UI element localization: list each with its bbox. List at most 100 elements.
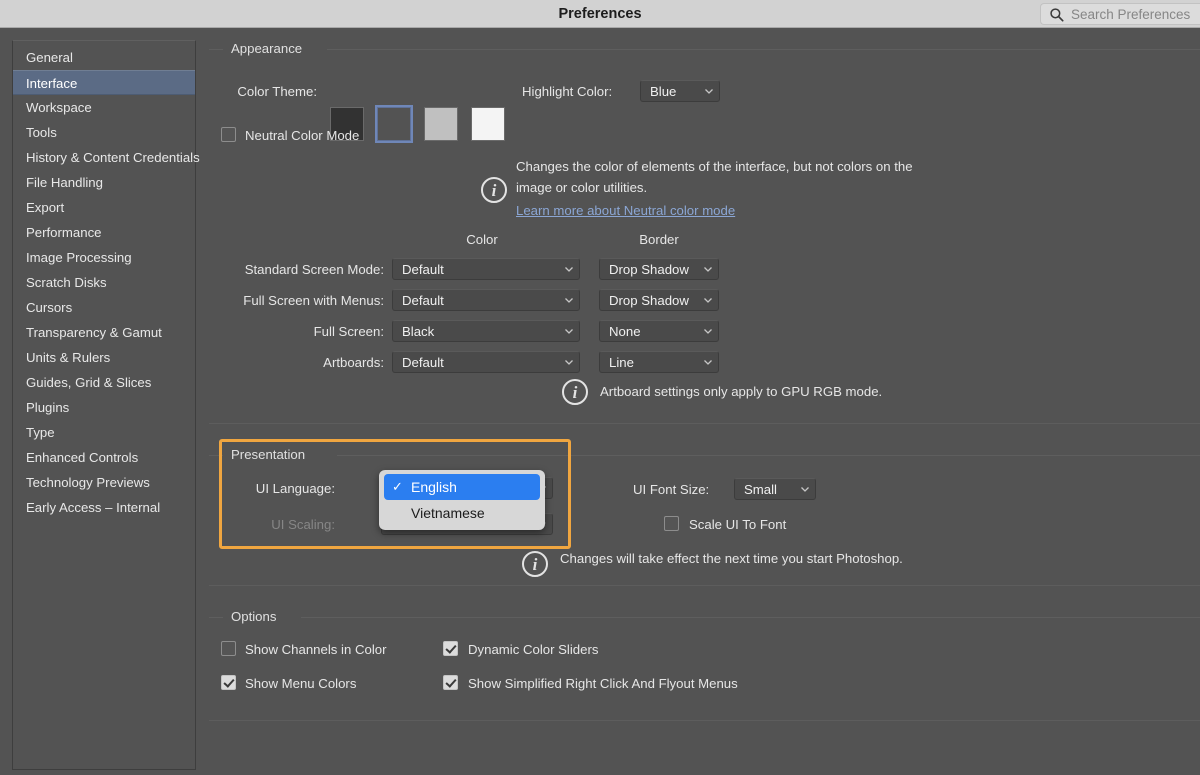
artboards-label: Artboards: [209, 355, 384, 370]
appearance-group-title: Appearance [225, 41, 308, 56]
restart-notice-text: Changes will take effect the next time y… [560, 548, 903, 569]
artboards-border-select[interactable]: Line [599, 351, 719, 373]
search-icon [1049, 7, 1064, 22]
chevron-down-icon [702, 294, 714, 306]
menu-item-english[interactable]: ✓ English [384, 474, 540, 500]
chevron-down-icon [702, 263, 714, 275]
color-theme-swatch-dark[interactable] [377, 107, 411, 141]
sidebar-item-transparency-gamut[interactable]: Transparency & Gamut [13, 320, 195, 345]
window-title-bar: Preferences [0, 0, 1200, 28]
scale-ui-to-font-checkbox[interactable] [664, 516, 679, 531]
preferences-content-pane: Appearance Color Theme: Highlight Color:… [209, 33, 1200, 775]
options-rule-right [301, 617, 1200, 618]
full-screen-color-select[interactable]: Black [392, 320, 580, 342]
full-screen-with-menus-color-value: Default [402, 293, 563, 308]
artboards-color-select[interactable]: Default [392, 351, 580, 373]
sidebar-item-general[interactable]: General [13, 45, 195, 70]
neutral-color-mode-checkbox[interactable] [221, 127, 236, 142]
preferences-category-sidebar[interactable]: GeneralInterfaceWorkspaceToolsHistory & … [12, 40, 196, 770]
ui-font-size-value: Small [744, 482, 799, 497]
chevron-down-icon [703, 85, 715, 97]
ui-font-size-select[interactable]: Small [734, 478, 816, 500]
full-screen-with-menus-color-select[interactable]: Default [392, 289, 580, 311]
search-preferences-field[interactable] [1040, 3, 1200, 25]
full-screen-with-menus-label: Full Screen with Menus: [209, 293, 384, 308]
chevron-down-icon [563, 325, 575, 337]
chevron-down-icon [563, 294, 575, 306]
show-simplified-menus-label: Show Simplified Right Click And Flyout M… [468, 676, 738, 691]
standard-screen-mode-border-select[interactable]: Drop Shadow [599, 258, 719, 280]
artboards-border-value: Line [609, 355, 702, 370]
chevron-down-icon [563, 356, 575, 368]
full-screen-border-select[interactable]: None [599, 320, 719, 342]
full-screen-with-menus-border-select[interactable]: Drop Shadow [599, 289, 719, 311]
sidebar-item-history-content-credentials[interactable]: History & Content Credentials [13, 145, 195, 170]
learn-more-link[interactable]: Learn more about Neutral color mode [516, 203, 735, 218]
options-rule-left [209, 617, 223, 618]
highlight-color-select[interactable]: Blue [640, 80, 720, 102]
sidebar-item-early-access-internal[interactable]: Early Access – Internal [13, 495, 195, 520]
full-screen-with-menus-border-value: Drop Shadow [609, 293, 702, 308]
sidebar-item-workspace[interactable]: Workspace [13, 95, 195, 120]
dynamic-color-sliders-label: Dynamic Color Sliders [468, 642, 598, 657]
show-simplified-menus-checkbox[interactable] [443, 675, 458, 690]
column-header-color: Color [392, 232, 572, 247]
info-icon-artboards: i [562, 379, 588, 405]
search-input[interactable] [1071, 7, 1191, 22]
chevron-down-icon [799, 483, 811, 495]
chevron-down-icon [702, 356, 714, 368]
standard-screen-mode-border-value: Drop Shadow [609, 262, 702, 277]
group-separator-bottom [209, 720, 1200, 721]
column-header-border: Border [579, 232, 739, 247]
color-theme-label: Color Theme: [209, 84, 317, 99]
full-screen-color-value: Black [402, 324, 563, 339]
ui-language-dropdown-menu[interactable]: ✓ English Vietnamese [379, 470, 545, 530]
sidebar-item-enhanced-controls[interactable]: Enhanced Controls [13, 445, 195, 470]
standard-screen-mode-color-value: Default [402, 262, 563, 277]
show-channels-in-color-checkbox[interactable] [221, 641, 236, 656]
sidebar-item-guides-grid-slices[interactable]: Guides, Grid & Slices [13, 370, 195, 395]
full-screen-label: Full Screen: [209, 324, 384, 339]
show-menu-colors-checkbox[interactable] [221, 675, 236, 690]
artboard-info-text: Artboard settings only apply to GPU RGB … [600, 381, 882, 402]
sidebar-item-technology-previews[interactable]: Technology Previews [13, 470, 195, 495]
menu-item-label: Vietnamese [411, 505, 485, 521]
sidebar-item-tools[interactable]: Tools [13, 120, 195, 145]
sidebar-item-units-rulers[interactable]: Units & Rulers [13, 345, 195, 370]
standard-screen-mode-label: Standard Screen Mode: [209, 262, 384, 277]
neutral-color-mode-label: Neutral Color Mode [245, 128, 359, 143]
options-group-title: Options [225, 609, 282, 624]
show-channels-in-color-label: Show Channels in Color [245, 642, 386, 657]
presentation-group-title: Presentation [225, 447, 311, 462]
info-icon-presentation: i [522, 551, 548, 577]
show-menu-colors-label: Show Menu Colors [245, 676, 356, 691]
chevron-down-icon [702, 325, 714, 337]
dynamic-color-sliders-checkbox[interactable] [443, 641, 458, 656]
sidebar-item-interface[interactable]: Interface [13, 70, 195, 95]
page-title: Preferences [0, 0, 1200, 28]
group-separator-presentation [209, 423, 1200, 424]
group-rule-right [327, 49, 1200, 50]
sidebar-item-image-processing[interactable]: Image Processing [13, 245, 195, 270]
presentation-rule-right [337, 455, 1200, 456]
menu-item-label: English [411, 479, 457, 495]
sidebar-item-performance[interactable]: Performance [13, 220, 195, 245]
sidebar-item-export[interactable]: Export [13, 195, 195, 220]
menu-item-vietnamese[interactable]: Vietnamese [384, 500, 540, 526]
standard-screen-mode-color-select[interactable]: Default [392, 258, 580, 280]
sidebar-item-type[interactable]: Type [13, 420, 195, 445]
sidebar-item-scratch-disks[interactable]: Scratch Disks [13, 270, 195, 295]
info-icon-appearance: i [481, 177, 507, 203]
artboards-color-value: Default [402, 355, 563, 370]
group-rule-left [209, 49, 223, 50]
sidebar-item-cursors[interactable]: Cursors [13, 295, 195, 320]
color-theme-swatch-light[interactable] [424, 107, 458, 141]
sidebar-item-file-handling[interactable]: File Handling [13, 170, 195, 195]
check-icon: ✓ [392, 474, 403, 500]
highlight-color-label: Highlight Color: [522, 84, 612, 99]
group-separator-options [209, 585, 1200, 586]
presentation-rule-left [209, 455, 223, 456]
appearance-info-line-2: image or color utilities. [516, 177, 647, 198]
sidebar-item-plugins[interactable]: Plugins [13, 395, 195, 420]
color-theme-swatch-lightest[interactable] [471, 107, 505, 141]
